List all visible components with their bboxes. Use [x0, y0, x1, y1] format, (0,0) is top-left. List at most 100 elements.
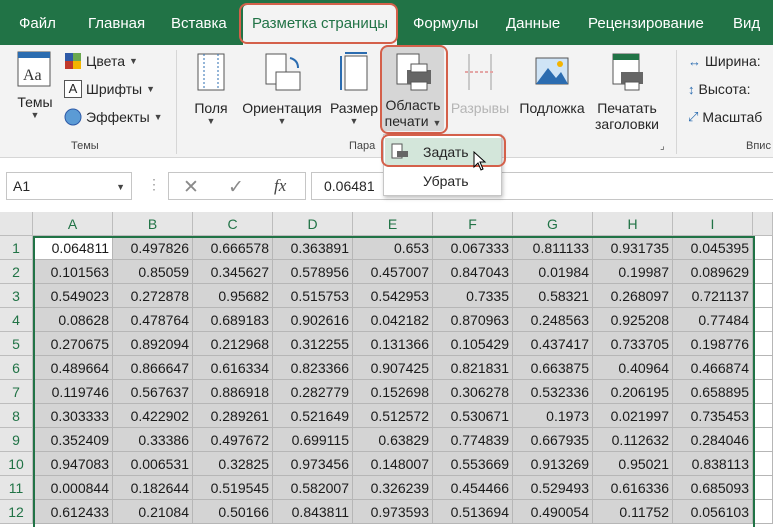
name-box[interactable]: A1 ▼: [6, 172, 132, 200]
cell[interactable]: 0.006531: [113, 452, 193, 476]
cell[interactable]: 0.042182: [353, 308, 433, 332]
cell[interactable]: [753, 500, 773, 524]
cell[interactable]: 0.699115: [273, 428, 353, 452]
cell[interactable]: [753, 476, 773, 500]
cell[interactable]: 0.85059: [113, 260, 193, 284]
cell[interactable]: 0.532336: [513, 380, 593, 404]
breaks-button[interactable]: Разрывы: [448, 50, 512, 116]
orientation-button[interactable]: Ориентация ▼: [238, 50, 326, 126]
cell[interactable]: 0.886918: [193, 380, 273, 404]
cell[interactable]: 0.553669: [433, 452, 513, 476]
row-header[interactable]: 7: [0, 380, 33, 404]
cell[interactable]: 0.454466: [433, 476, 513, 500]
colors-button[interactable]: Цвета ▼: [64, 52, 138, 70]
cell[interactable]: 0.11752: [593, 500, 673, 524]
cell[interactable]: 0.513694: [433, 500, 513, 524]
column-header[interactable]: D: [273, 212, 353, 236]
cell[interactable]: 0.206195: [593, 380, 673, 404]
cell[interactable]: 0.843811: [273, 500, 353, 524]
cell[interactable]: 0.847043: [433, 260, 513, 284]
cancel-icon[interactable]: ✕: [183, 176, 199, 199]
cell[interactable]: 0.148007: [353, 452, 433, 476]
cell[interactable]: 0.529493: [513, 476, 593, 500]
scale-width-control[interactable]: ↔ Ширина:: [688, 53, 761, 69]
cell[interactable]: 0.119746: [33, 380, 113, 404]
cell[interactable]: 0.352409: [33, 428, 113, 452]
cell[interactable]: 0.973593: [353, 500, 433, 524]
cell[interactable]: 0.666578: [193, 236, 273, 260]
menu-item-clear-print-area[interactable]: Убрать: [385, 167, 501, 195]
cell[interactable]: 0.284046: [673, 428, 753, 452]
cell[interactable]: 0.95021: [593, 452, 673, 476]
effects-button[interactable]: Эффекты ▼: [64, 108, 163, 126]
column-header[interactable]: H: [593, 212, 673, 236]
cell[interactable]: 0.497826: [113, 236, 193, 260]
cell[interactable]: 0.326239: [353, 476, 433, 500]
cell[interactable]: 0.685093: [673, 476, 753, 500]
column-header[interactable]: A: [33, 212, 113, 236]
row-header[interactable]: 10: [0, 452, 33, 476]
size-button[interactable]: Размер ▼: [328, 50, 380, 126]
tab-data[interactable]: Данные: [506, 0, 560, 45]
fonts-button[interactable]: A Шрифты ▼: [64, 80, 155, 98]
cell[interactable]: 0.497672: [193, 428, 273, 452]
cell[interactable]: 0.345627: [193, 260, 273, 284]
cell[interactable]: 0.08628: [33, 308, 113, 332]
column-header[interactable]: E: [353, 212, 433, 236]
cell[interactable]: 0.907425: [353, 356, 433, 380]
cell[interactable]: 0.000844: [33, 476, 113, 500]
cell[interactable]: 0.198776: [673, 332, 753, 356]
formula-input[interactable]: 0.06481: [311, 172, 773, 200]
row-header[interactable]: 1: [0, 236, 33, 260]
cell[interactable]: 0.282779: [273, 380, 353, 404]
cell[interactable]: 0.457007: [353, 260, 433, 284]
tab-home[interactable]: Главная: [88, 0, 145, 45]
cell[interactable]: 0.021997: [593, 404, 673, 428]
cell[interactable]: 0.902616: [273, 308, 353, 332]
cell[interactable]: 0.045395: [673, 236, 753, 260]
cell[interactable]: 0.19987: [593, 260, 673, 284]
column-header[interactable]: C: [193, 212, 273, 236]
cell[interactable]: 0.530671: [433, 404, 513, 428]
cell[interactable]: 0.866647: [113, 356, 193, 380]
cell[interactable]: 0.811133: [513, 236, 593, 260]
tab-file[interactable]: Файл: [19, 0, 56, 45]
cell[interactable]: [753, 284, 773, 308]
cell[interactable]: 0.437417: [513, 332, 593, 356]
row-header[interactable]: 2: [0, 260, 33, 284]
cell[interactable]: 0.567637: [113, 380, 193, 404]
cell[interactable]: 0.01984: [513, 260, 593, 284]
tab-formulas[interactable]: Формулы: [413, 0, 478, 45]
cell[interactable]: 0.067333: [433, 236, 513, 260]
cell[interactable]: 0.489664: [33, 356, 113, 380]
cell[interactable]: 0.689183: [193, 308, 273, 332]
cell[interactable]: 0.056103: [673, 500, 753, 524]
cell[interactable]: 0.303333: [33, 404, 113, 428]
row-header[interactable]: 3: [0, 284, 33, 308]
column-header[interactable]: [753, 212, 773, 236]
print-area-button[interactable]: Область печати ▼: [382, 47, 444, 131]
tab-view[interactable]: Вид: [733, 0, 760, 45]
cell[interactable]: 0.870963: [433, 308, 513, 332]
tab-page-layout[interactable]: Разметка страницы: [243, 5, 398, 45]
cell[interactable]: 0.363891: [273, 236, 353, 260]
cell[interactable]: 0.268097: [593, 284, 673, 308]
column-header[interactable]: F: [433, 212, 513, 236]
cell[interactable]: 0.925208: [593, 308, 673, 332]
background-button[interactable]: Подложка: [514, 50, 590, 116]
cell[interactable]: 0.152698: [353, 380, 433, 404]
row-header[interactable]: 11: [0, 476, 33, 500]
cell[interactable]: 0.521649: [273, 404, 353, 428]
cell[interactable]: 0.733705: [593, 332, 673, 356]
cell[interactable]: 0.131366: [353, 332, 433, 356]
cell[interactable]: [753, 404, 773, 428]
row-header[interactable]: 5: [0, 332, 33, 356]
row-header[interactable]: 4: [0, 308, 33, 332]
cell[interactable]: 0.77484: [673, 308, 753, 332]
cell[interactable]: [753, 380, 773, 404]
column-header[interactable]: G: [513, 212, 593, 236]
cell[interactable]: [753, 308, 773, 332]
cell[interactable]: 0.089629: [673, 260, 753, 284]
cell[interactable]: 0.182644: [113, 476, 193, 500]
cell[interactable]: 0.212968: [193, 332, 273, 356]
